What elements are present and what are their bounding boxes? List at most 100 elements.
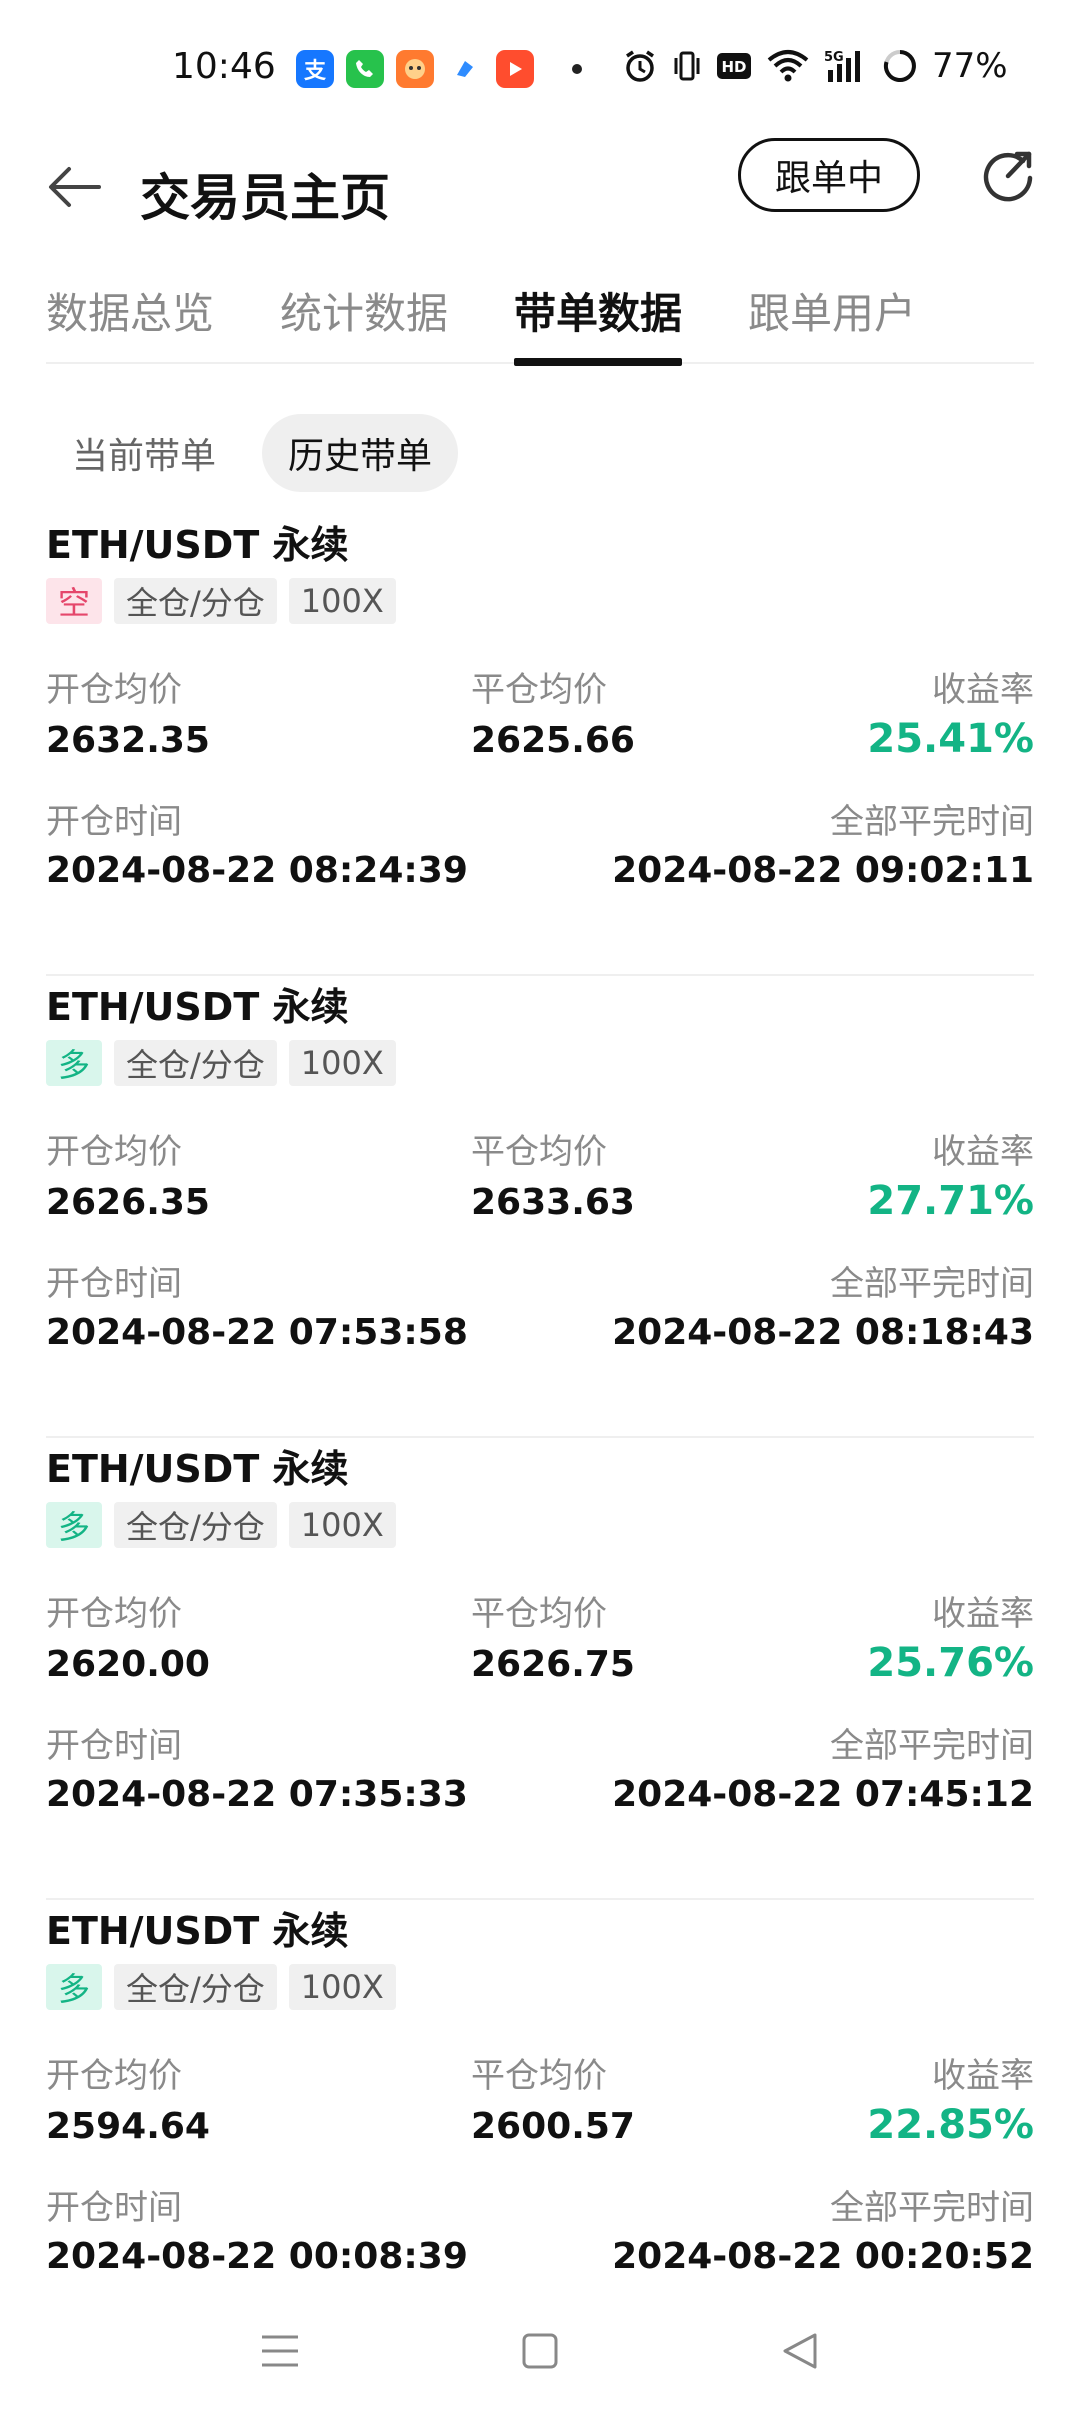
margin-mode-badge: 全仓/分仓 xyxy=(114,578,277,624)
order-subtabs: 当前带单 历史带单 xyxy=(46,414,459,492)
home-button[interactable] xyxy=(510,2321,570,2381)
open-time-value: 2024-08-22 08:24:39 xyxy=(46,850,468,891)
svg-text:5G: 5G xyxy=(824,50,844,65)
order-pair: ETH/USDT 永续 xyxy=(46,523,349,567)
back-nav-button[interactable] xyxy=(770,2321,830,2381)
open-time-value: 2024-08-22 07:53:58 xyxy=(46,1312,468,1353)
share-button[interactable] xyxy=(976,144,1040,208)
open-price-value: 2632.35 xyxy=(46,720,210,761)
svg-text:HD: HD xyxy=(721,58,746,76)
hd-icon: HD xyxy=(716,47,752,85)
notification-icons: 支 xyxy=(296,50,582,88)
order-card[interactable]: ETH/USDT 永续 多 全仓/分仓 100X 开仓均价 2626.35 平仓… xyxy=(46,976,1034,1438)
back-button[interactable] xyxy=(40,152,110,222)
battery-percent: 77% xyxy=(932,46,1008,86)
margin-mode-badge: 全仓/分仓 xyxy=(114,1502,277,1548)
following-button[interactable]: 跟单中 xyxy=(738,138,920,212)
tab-overview[interactable]: 数据总览 xyxy=(46,268,214,364)
system-icons: HD 5G 77% xyxy=(622,46,1008,86)
margin-mode-badge: 全仓/分仓 xyxy=(114,1040,277,1086)
open-time-label: 开仓时间 xyxy=(46,802,182,842)
system-nav-bar xyxy=(0,2290,1080,2412)
open-price-label: 开仓均价 xyxy=(46,1132,182,1172)
close-time-value: 2024-08-22 08:18:43 xyxy=(612,1312,1034,1353)
open-time-label: 开仓时间 xyxy=(46,2188,182,2228)
open-price-label: 开仓均价 xyxy=(46,2056,182,2096)
open-time-label: 开仓时间 xyxy=(46,1726,182,1766)
alarm-icon xyxy=(622,47,658,85)
battery-icon xyxy=(882,47,918,85)
menu-icon xyxy=(262,2335,298,2367)
margin-mode-badge: 全仓/分仓 xyxy=(114,1964,277,2010)
share-icon xyxy=(983,151,1033,202)
open-time-value: 2024-08-22 00:08:39 xyxy=(46,2236,468,2277)
return-rate-label: 收益率 xyxy=(932,2056,1034,2096)
home-square-icon xyxy=(522,2333,558,2369)
open-time-value: 2024-08-22 07:35:33 xyxy=(46,1774,468,1815)
status-time: 10:46 xyxy=(172,46,276,87)
blue-app-icon xyxy=(446,50,484,88)
tab-statistics[interactable]: 统计数据 xyxy=(280,268,448,364)
side-badge: 多 xyxy=(46,1964,102,2010)
leverage-badge: 100X xyxy=(288,1502,396,1548)
return-rate-value: 27.71% xyxy=(867,1178,1034,1224)
order-badges: 多 全仓/分仓 100X xyxy=(46,1964,396,2010)
order-pair: ETH/USDT 永续 xyxy=(46,1909,349,1953)
video-app-icon xyxy=(496,50,534,88)
close-time-value: 2024-08-22 09:02:11 xyxy=(612,850,1034,891)
app-header: 交易员主页 跟单中 xyxy=(0,130,1080,250)
order-badges: 空 全仓/分仓 100X xyxy=(46,578,396,624)
close-time-label: 全部平完时间 xyxy=(830,2188,1034,2228)
close-price-value: 2626.75 xyxy=(471,1644,635,1685)
close-time-value: 2024-08-22 00:20:52 xyxy=(612,2236,1034,2277)
leverage-badge: 100X xyxy=(288,1040,396,1086)
side-badge: 多 xyxy=(46,1040,102,1086)
return-rate-value: 25.76% xyxy=(867,1640,1034,1686)
close-price-label: 平仓均价 xyxy=(471,1594,607,1634)
open-price-label: 开仓均价 xyxy=(46,1594,182,1634)
close-time-value: 2024-08-22 07:45:12 xyxy=(612,1774,1034,1815)
order-pair: ETH/USDT 永续 xyxy=(46,1447,349,1491)
close-price-value: 2633.63 xyxy=(471,1182,635,1223)
return-rate-label: 收益率 xyxy=(932,670,1034,710)
signal-5g-icon: 5G xyxy=(824,47,868,85)
order-badges: 多 全仓/分仓 100X xyxy=(46,1040,396,1086)
subtab-current-orders[interactable]: 当前带单 xyxy=(46,414,242,492)
menu-button[interactable] xyxy=(250,2321,310,2381)
order-pair: ETH/USDT 永续 xyxy=(46,985,349,1029)
open-price-value: 2620.00 xyxy=(46,1644,210,1685)
close-time-label: 全部平完时间 xyxy=(830,802,1034,842)
close-time-label: 全部平完时间 xyxy=(830,1726,1034,1766)
close-price-label: 平仓均价 xyxy=(471,1132,607,1172)
close-price-value: 2625.66 xyxy=(471,720,635,761)
leverage-badge: 100X xyxy=(288,1964,396,2010)
close-time-label: 全部平完时间 xyxy=(830,1264,1034,1304)
open-price-label: 开仓均价 xyxy=(46,670,182,710)
vibrate-icon xyxy=(672,47,702,85)
subtab-history-orders[interactable]: 历史带单 xyxy=(262,414,459,492)
order-card[interactable]: ETH/USDT 永续 多 全仓/分仓 100X 开仓均价 2620.00 平仓… xyxy=(46,1438,1034,1900)
tab-followers[interactable]: 跟单用户 xyxy=(748,268,916,364)
back-triangle-icon xyxy=(783,2333,817,2369)
leverage-badge: 100X xyxy=(288,578,396,624)
open-price-value: 2594.64 xyxy=(46,2106,210,2147)
open-price-value: 2626.35 xyxy=(46,1182,210,1223)
return-rate-label: 收益率 xyxy=(932,1132,1034,1172)
return-rate-label: 收益率 xyxy=(932,1594,1034,1634)
side-badge: 多 xyxy=(46,1502,102,1548)
return-rate-value: 25.41% xyxy=(867,716,1034,762)
order-card[interactable]: ETH/USDT 永续 空 全仓/分仓 100X 开仓均价 2632.35 平仓… xyxy=(46,514,1034,976)
close-price-label: 平仓均价 xyxy=(471,670,607,710)
close-price-label: 平仓均价 xyxy=(471,2056,607,2096)
order-badges: 多 全仓/分仓 100X xyxy=(46,1502,396,1548)
status-bar: 10:46 支 HD 5G 77% xyxy=(0,0,1080,140)
close-price-value: 2600.57 xyxy=(471,2106,635,2147)
tab-lead-orders[interactable]: 带单数据 xyxy=(514,268,683,366)
main-tabs: 数据总览 统计数据 带单数据 跟单用户 xyxy=(46,268,1034,366)
phone-app-icon xyxy=(346,50,384,88)
return-rate-value: 22.85% xyxy=(867,2102,1034,2148)
open-time-label: 开仓时间 xyxy=(46,1264,182,1304)
side-badge: 空 xyxy=(46,578,102,624)
more-notifications-dot xyxy=(572,64,582,74)
arrow-left-icon xyxy=(49,167,101,207)
